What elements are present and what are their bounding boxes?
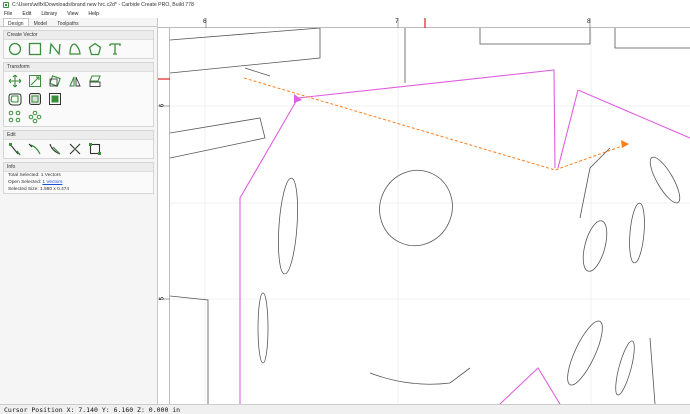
vector-bottom-left-shape (170, 295, 209, 404)
rotate-icon[interactable] (48, 74, 62, 88)
horizontal-ruler: 6 7 8 (158, 18, 690, 28)
info-open-selected: Open Selected: 1 Vectors (4, 179, 153, 186)
vector-top-left-shape (170, 28, 321, 74)
mirror-icon[interactable] (68, 74, 82, 88)
vector-slot-right-1 (582, 220, 608, 272)
design-vectors (170, 28, 690, 404)
info-section: Info Total Selected: 1 Vectors Open Sele… (3, 162, 154, 194)
join-icon[interactable] (28, 92, 42, 106)
vector-slot-right-2 (629, 202, 645, 264)
cursor-position-readout: Cursor Position X: 7.140 Y: 6.160 Z: 0.0… (4, 405, 181, 414)
selected-bottom-peak (499, 367, 561, 404)
skew-icon[interactable] (88, 74, 102, 88)
node-edit-icon[interactable] (8, 142, 22, 156)
status-bar: Cursor Position X: 7.140 Y: 6.160 Z: 0.0… (0, 404, 690, 414)
polygon-icon[interactable] (88, 42, 102, 56)
info-open-selected-link[interactable]: 1 Vectors (42, 180, 62, 185)
info-total-selected: Total Selected: 1 Vectors (8, 173, 61, 178)
selected-segment-right (577, 89, 690, 139)
distribute-icon[interactable] (28, 110, 42, 124)
ruler-top-label-6: 6 (203, 18, 207, 25)
title-bar: C:\Users\wilfx\Downloads\brand new hrc.c… (0, 0, 690, 10)
vector-thin-slot (257, 292, 269, 364)
vector-slot-bottom (567, 320, 603, 386)
fillet-icon[interactable] (48, 142, 62, 156)
preview-arrow-end (621, 140, 629, 148)
selected-vector (239, 69, 690, 404)
vector-slot-bottom-right (615, 340, 635, 396)
ruler-top-label-8: 8 (587, 18, 591, 25)
menu-help[interactable]: Help (88, 11, 99, 17)
ruler-left-label-5: 5 (158, 296, 166, 301)
rectangle-icon[interactable] (28, 42, 42, 56)
align-icon[interactable] (8, 110, 22, 124)
menu-file[interactable]: File (4, 11, 12, 17)
ruler-top-label-7: 7 (395, 18, 399, 25)
create-vector-section: Create Vector (3, 30, 154, 59)
scale-icon[interactable] (28, 74, 42, 88)
ruler-left-label-6: 6 (158, 103, 166, 108)
vector-bottom-curve (369, 367, 471, 385)
edit-section: Edit (3, 130, 154, 159)
boundary-icon[interactable] (88, 142, 102, 156)
vector-left-wedge (170, 117, 266, 159)
create-vector-title: Create Vector (4, 31, 153, 40)
selected-polyline (239, 69, 556, 404)
app-logo-icon (3, 2, 9, 8)
tab-design[interactable]: Design (3, 18, 29, 27)
offset-icon[interactable] (8, 92, 22, 106)
canvas-drawing[interactable] (170, 28, 690, 404)
vector-large-ellipse (379, 169, 453, 247)
info-selected-size: Selected Size: 1.980 x 0.474 (8, 187, 70, 192)
curve-icon[interactable] (68, 42, 82, 56)
vector-top-right-bracket (614, 28, 690, 49)
preview-polyline (243, 77, 629, 171)
toolpath-preview (243, 77, 629, 171)
menu-bar: File Edit Library View Help (0, 10, 690, 18)
info-open-selected-label: Open Selected: (8, 180, 42, 185)
info-title: Info (4, 163, 153, 172)
circle-icon[interactable] (8, 42, 22, 56)
transform-title: Transform (4, 63, 153, 72)
sidebar-tabs: Design Model Toolpaths (0, 18, 157, 27)
menu-edit[interactable]: Edit (22, 11, 31, 17)
group-icon[interactable] (48, 92, 62, 106)
preview-arrow-start (294, 94, 302, 103)
vertical-ruler: 6 5 (158, 28, 170, 404)
menu-view[interactable]: View (67, 11, 78, 17)
vector-slot-left (278, 177, 298, 275)
move-icon[interactable] (8, 74, 22, 88)
window-title: C:\Users\wilfx\Downloads\brand new hrc.c… (12, 2, 194, 8)
design-canvas[interactable] (170, 28, 690, 404)
cut-icon[interactable] (68, 142, 82, 156)
trim-icon[interactable] (28, 142, 42, 156)
edit-title: Edit (4, 131, 153, 140)
tab-toolpaths[interactable]: Toolpaths (52, 18, 83, 27)
vector-top-bracket (479, 28, 591, 45)
vector-bottom-line (649, 337, 656, 404)
transform-section: Transform (3, 62, 154, 127)
vector-small-line (244, 67, 271, 77)
polyline-icon[interactable] (48, 42, 62, 56)
vector-slot-right-3 (649, 156, 681, 204)
menu-library[interactable]: Library (41, 11, 57, 17)
text-icon[interactable] (108, 42, 122, 56)
vector-side-line (579, 147, 611, 219)
tab-model[interactable]: Model (29, 18, 53, 27)
canvas-grid (170, 28, 690, 404)
selected-segment (557, 89, 579, 169)
design-sidebar: Design Model Toolpaths Create Vector Tra… (0, 18, 158, 404)
